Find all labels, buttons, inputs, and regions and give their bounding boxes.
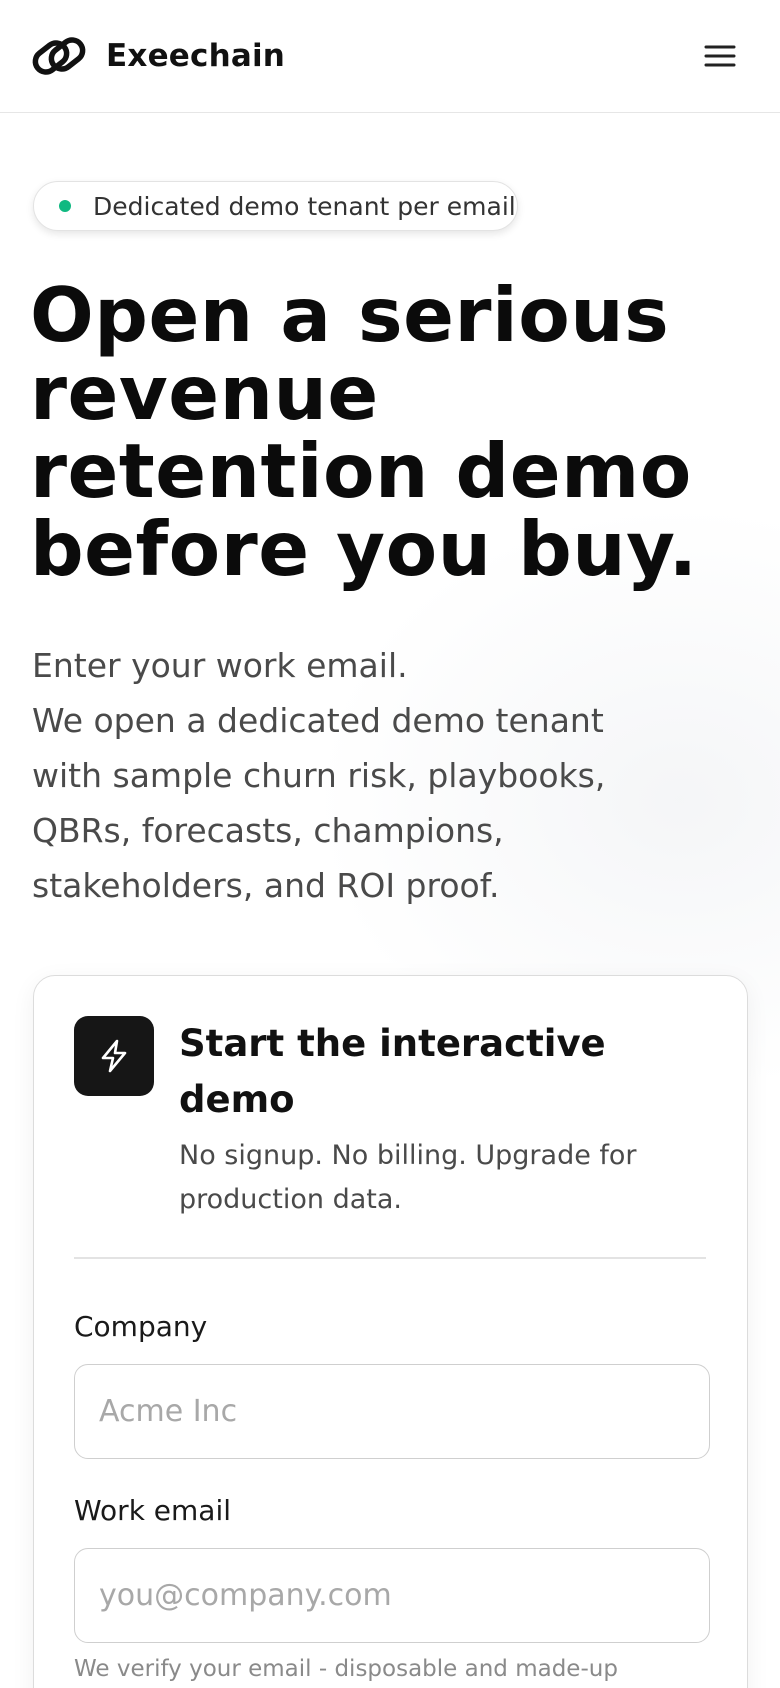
- hero-title-line: revenue: [30, 349, 379, 437]
- card-divider: [74, 1257, 706, 1259]
- demo-landing-page: Exeechain Dedicated demo tenant per emai…: [0, 0, 780, 1688]
- hero-description-line: stakeholders, and ROI proof.: [32, 866, 500, 905]
- company-label: Company: [74, 1310, 208, 1343]
- tenant-badge: Dedicated demo tenant per email: [33, 181, 518, 231]
- status-dot: [59, 200, 71, 212]
- brand-name: Exeechain: [106, 38, 286, 74]
- work-email-input[interactable]: [74, 1548, 710, 1643]
- card-title: Start the interactive demo: [179, 1016, 719, 1128]
- hero-description-line: Enter your work email.: [32, 646, 408, 685]
- badge-text: Dedicated demo tenant per email: [93, 191, 516, 221]
- hero-description: Enter your work email. We open a dedicat…: [32, 638, 732, 913]
- hero-title-line: retention demo: [30, 427, 692, 515]
- brand-home-link[interactable]: Exeechain: [32, 30, 285, 82]
- card-title-line: demo: [179, 1078, 295, 1121]
- hero-description-line: We open a dedicated demo tenant: [32, 701, 604, 740]
- company-input[interactable]: [74, 1364, 710, 1459]
- site-header: Exeechain: [0, 0, 780, 113]
- menu-button[interactable]: [690, 32, 750, 80]
- chain-link-icon: [32, 37, 86, 75]
- hero-description-line: with sample churn risk, playbooks,: [32, 756, 606, 795]
- card-subtitle: No signup. No billing. Upgrade for produ…: [179, 1134, 719, 1222]
- hero-title: Open a serious revenue retention demo be…: [30, 276, 760, 588]
- card-title-line: Start the interactive: [179, 1022, 606, 1065]
- hero-title-line: before you buy.: [30, 505, 698, 593]
- card-subtitle-line: production data.: [179, 1184, 402, 1215]
- card-subtitle-line: No signup. No billing. Upgrade for: [179, 1140, 637, 1171]
- hero-description-line: QBRs, forecasts, champions,: [32, 811, 504, 850]
- hamburger-menu-icon: [704, 45, 736, 67]
- email-verification-hint: We verify your email - disposable and ma…: [74, 1656, 618, 1682]
- work-email-label: Work email: [74, 1494, 232, 1527]
- hero-title-line: Open a serious: [30, 271, 670, 359]
- lightning-bolt-icon: [101, 1039, 127, 1073]
- card-icon-tile: [74, 1016, 154, 1096]
